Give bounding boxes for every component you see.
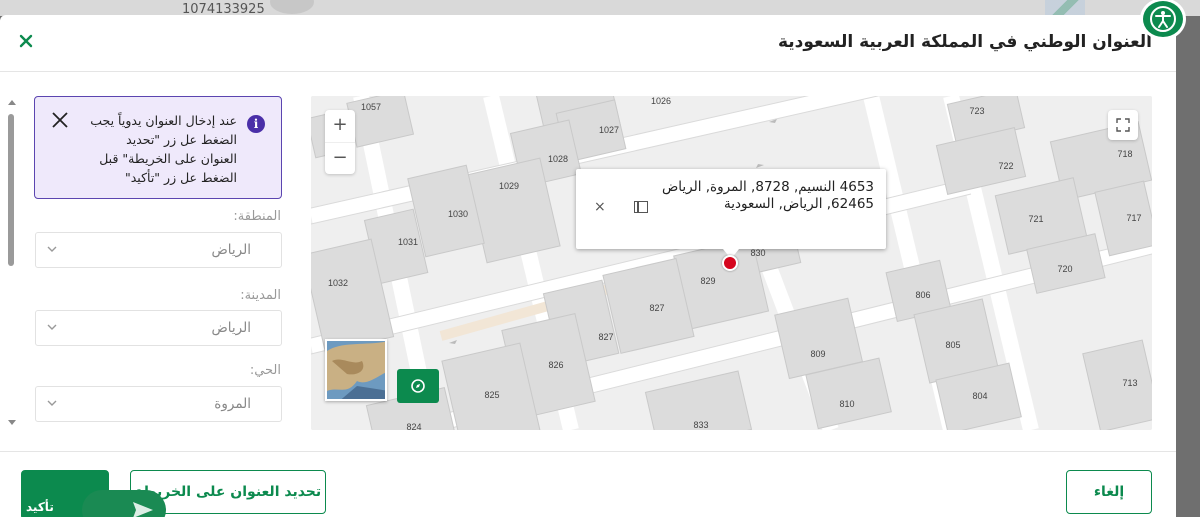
locate-me-button[interactable] [397,369,439,403]
parcel-label: 1032 [328,278,348,288]
address-map[interactable]: 1057 1026 1027 1028 1029 1030 1031 1032 … [311,96,1152,430]
parcel-label: 718 [1117,149,1132,159]
close-button[interactable] [16,31,36,51]
national-address-dialog: العنوان الوطني في المملكة العربية السعود… [0,15,1176,517]
city-value: الرياض [211,320,251,336]
parcel-label: 717 [1126,213,1141,223]
region-value: الرياض [211,242,251,258]
address-popup: × 4653 النسيم, 8728, المروة, الرياض 6246… [576,169,886,259]
popup-close-button[interactable]: × [594,199,606,215]
manual-entry-notice: i عند إدخال العنوان يدوياً يجب الضغط عل … [34,96,282,199]
parcel-label: 805 [945,340,960,350]
dialog-title: العنوان الوطني في المملكة العربية السعود… [777,32,1152,52]
notice-text: عند إدخال العنوان يدوياً يجب الضغط عل زر… [90,113,237,185]
parcel-label: 804 [972,391,987,401]
parcel-label: 827 [649,303,664,313]
compass-icon [411,379,425,393]
chevron-down-icon [47,324,57,330]
parcel-label: 826 [548,360,563,370]
scroll-up-arrow-icon[interactable] [8,100,16,105]
send-icon [133,502,153,517]
parcel-label: 833 [693,420,708,430]
close-icon [19,34,33,48]
parcel-label: 1029 [499,181,519,191]
location-pin-icon[interactable] [722,255,738,271]
cancel-button[interactable]: إلغاء [1066,470,1152,514]
parcel-label: 806 [915,290,930,300]
close-icon [52,112,68,128]
info-icon: i [247,115,265,133]
zoom-in-button[interactable]: + [325,110,355,142]
accessibility-icon [1150,6,1176,32]
confirm-label: تأكيد [26,500,54,514]
district-select[interactable]: المروة [35,386,282,422]
parcel-label: 809 [810,349,825,359]
parcel-label: 830 [750,248,765,258]
accessibility-button[interactable] [1140,0,1186,40]
satellite-map-icon [327,341,385,399]
notice-close-button[interactable] [51,111,71,131]
scroll-down-arrow-icon[interactable] [8,420,16,425]
dock-popup-icon[interactable] [634,201,648,213]
background-page [0,0,1200,16]
district-label: الحي: [249,363,281,378]
district-value: المروة [214,396,251,412]
scroll-thumb[interactable] [8,114,14,266]
parcel-label: 1026 [651,96,671,106]
parcel-label: 713 [1122,378,1137,388]
parcel-label: 829 [700,276,715,286]
parcel-label: 720 [1057,264,1072,274]
region-label: المنطقة: [233,209,281,224]
chat-widget-button[interactable] [82,490,166,517]
parcel-label: 1030 [448,209,468,219]
chevron-down-icon [47,246,57,252]
fullscreen-button[interactable] [1108,110,1138,140]
parcel-label: 810 [839,399,854,409]
dialog-header: العنوان الوطني في المملكة العربية السعود… [0,15,1176,72]
parcel-label: 824 [406,422,421,430]
basemap-toggle[interactable] [325,339,387,401]
panel-scrollbar[interactable] [6,96,16,430]
background-logo [1045,0,1085,16]
zoom-control: + − [325,110,355,174]
city-label: المدينة: [240,288,281,303]
region-select[interactable]: الرياض [35,232,282,268]
fullscreen-icon [1116,118,1130,132]
parcel-label: 1027 [599,125,619,135]
parcel-label: 827 [598,332,613,342]
address-form-panel: i عند إدخال العنوان يدوياً يجب الضغط عل … [0,96,295,430]
city-select[interactable]: الرياض [35,310,282,346]
parcel-label: 825 [484,390,499,400]
parcel-label: 1028 [548,154,568,164]
chevron-down-icon [47,400,57,406]
popup-address: 4653 النسيم, 8728, المروة, الرياض 62465,… [661,179,874,212]
parcel-label: 721 [1028,214,1043,224]
parcel-label: 1031 [398,237,418,247]
parcel-label: 1057 [361,102,381,112]
footer-divider [0,451,1176,452]
parcel-label: 723 [969,106,984,116]
parcel-label: 722 [998,161,1013,171]
zoom-out-button[interactable]: − [325,142,355,174]
